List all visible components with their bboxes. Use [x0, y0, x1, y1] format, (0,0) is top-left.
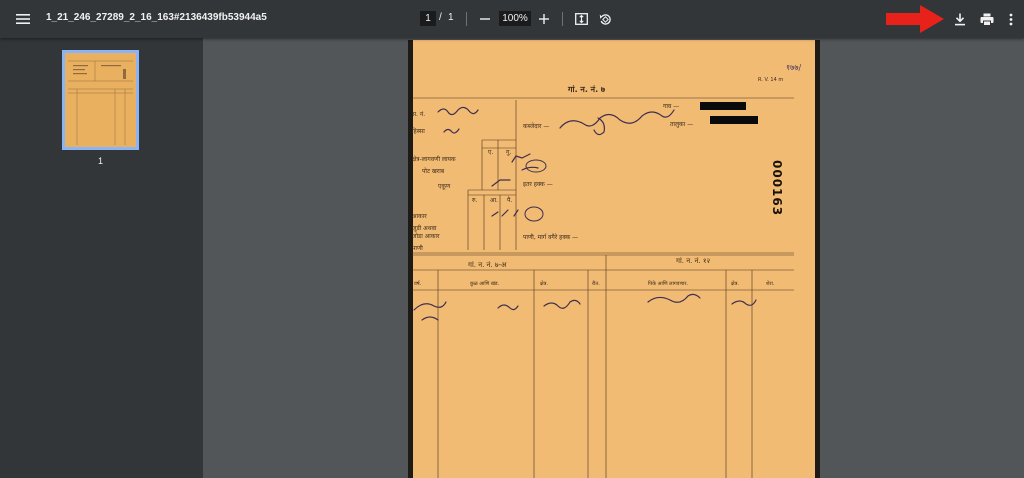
form7a-title: गां. न. नं. ७-अ — [468, 261, 507, 269]
more-vert-icon — [1009, 13, 1013, 25]
pot-kharab-label: पोट खराब — [422, 167, 445, 175]
col-r: रु. — [472, 197, 478, 204]
col-mode: कुळ आणि खंड. — [470, 280, 500, 287]
download-button[interactable] — [949, 8, 971, 30]
zoom-out-button[interactable] — [475, 9, 495, 29]
other-rights-label: इतर हक्क — — [523, 181, 553, 188]
scanned-land-record: १७७/ R. V. 14 m गां. न. नं. ७ गाव — स. न… — [408, 40, 820, 478]
total-pages: 1 — [448, 12, 454, 23]
print-icon — [980, 13, 994, 26]
cultivable-label: क्षेत्र-लागवणी लायक — [412, 155, 456, 163]
thumbnail-image — [65, 53, 136, 147]
extra-assessment-label: जोडा आकार — [412, 232, 440, 240]
col-rent: रीत. — [592, 280, 600, 287]
col-remarks: शेरा. — [766, 280, 775, 287]
col-crop: पिके आणि लागवणार. — [648, 280, 688, 287]
toolbar-divider — [466, 12, 467, 26]
taluka-label: तालुका — — [670, 121, 693, 128]
document-viewer[interactable]: १७७/ R. V. 14 m गां. न. नं. ७ गाव — स. न… — [203, 38, 1024, 478]
more-options-button[interactable] — [1003, 8, 1019, 30]
hissa-label: हिस्सा — [412, 127, 425, 135]
thumbnail-page-number: 1 — [97, 156, 103, 166]
download-icon — [955, 13, 965, 25]
hamburger-menu-icon[interactable] — [10, 7, 36, 31]
col-g: गु. — [506, 149, 511, 156]
judi-label: जुडी अथवा — [412, 224, 437, 232]
toolbar-divider — [562, 12, 563, 26]
stamp-number: 000163 — [770, 160, 784, 216]
total-label: एकूण — [438, 183, 451, 190]
form12-title: गां. न. नं. १२ — [676, 257, 711, 265]
zoom-level-input[interactable]: 100% — [499, 11, 531, 26]
holder-label: कब्जेदार — — [523, 122, 549, 130]
water-label: पाणी — [412, 244, 423, 252]
col-aa: आ. — [490, 197, 498, 204]
survey-label: स. नं. — [412, 111, 425, 118]
pdf-page: १७७/ R. V. 14 m गां. न. नं. ७ गाव — स. न… — [408, 40, 820, 478]
page-separator: / — [439, 12, 442, 23]
zoom-in-button[interactable] — [534, 9, 554, 29]
rotate-counterclockwise-icon — [599, 13, 611, 25]
water-rights-label: पाणी, मार्ग वगैरे हक्क — — [523, 233, 578, 241]
fit-to-page-icon — [574, 13, 588, 25]
form-title: गां. न. नं. ७ — [567, 85, 606, 94]
col-area2: क्षेत्र. — [731, 280, 739, 287]
col-e: ए. — [488, 149, 493, 156]
col-area: क्षेत्र. — [540, 280, 548, 287]
pdf-toolbar: 1_21_246_27289_2_16_163#2136439fb53944a5… — [0, 0, 1024, 38]
red-arrow-annotation — [886, 5, 944, 33]
col-year: वर्ष. — [414, 280, 422, 287]
col-p: पै. — [507, 196, 512, 204]
page-thumbnail[interactable] — [62, 50, 139, 150]
print-button[interactable] — [976, 8, 998, 30]
village-label: गाव — — [663, 103, 679, 110]
rotate-button[interactable] — [595, 9, 615, 29]
fit-to-page-button[interactable] — [571, 9, 591, 29]
minus-icon — [480, 18, 490, 20]
thumbnail-sidebar: 1 — [0, 38, 203, 478]
rv-code: R. V. 14 m — [758, 77, 783, 83]
plus-icon — [539, 14, 549, 24]
document-title: 1_21_246_27289_2_16_163#2136439fb53944a5 — [46, 12, 267, 23]
assessment-label: आकार — [412, 213, 427, 220]
current-page-input[interactable]: 1 — [420, 11, 436, 26]
corner-number: १७७/ — [786, 63, 801, 72]
